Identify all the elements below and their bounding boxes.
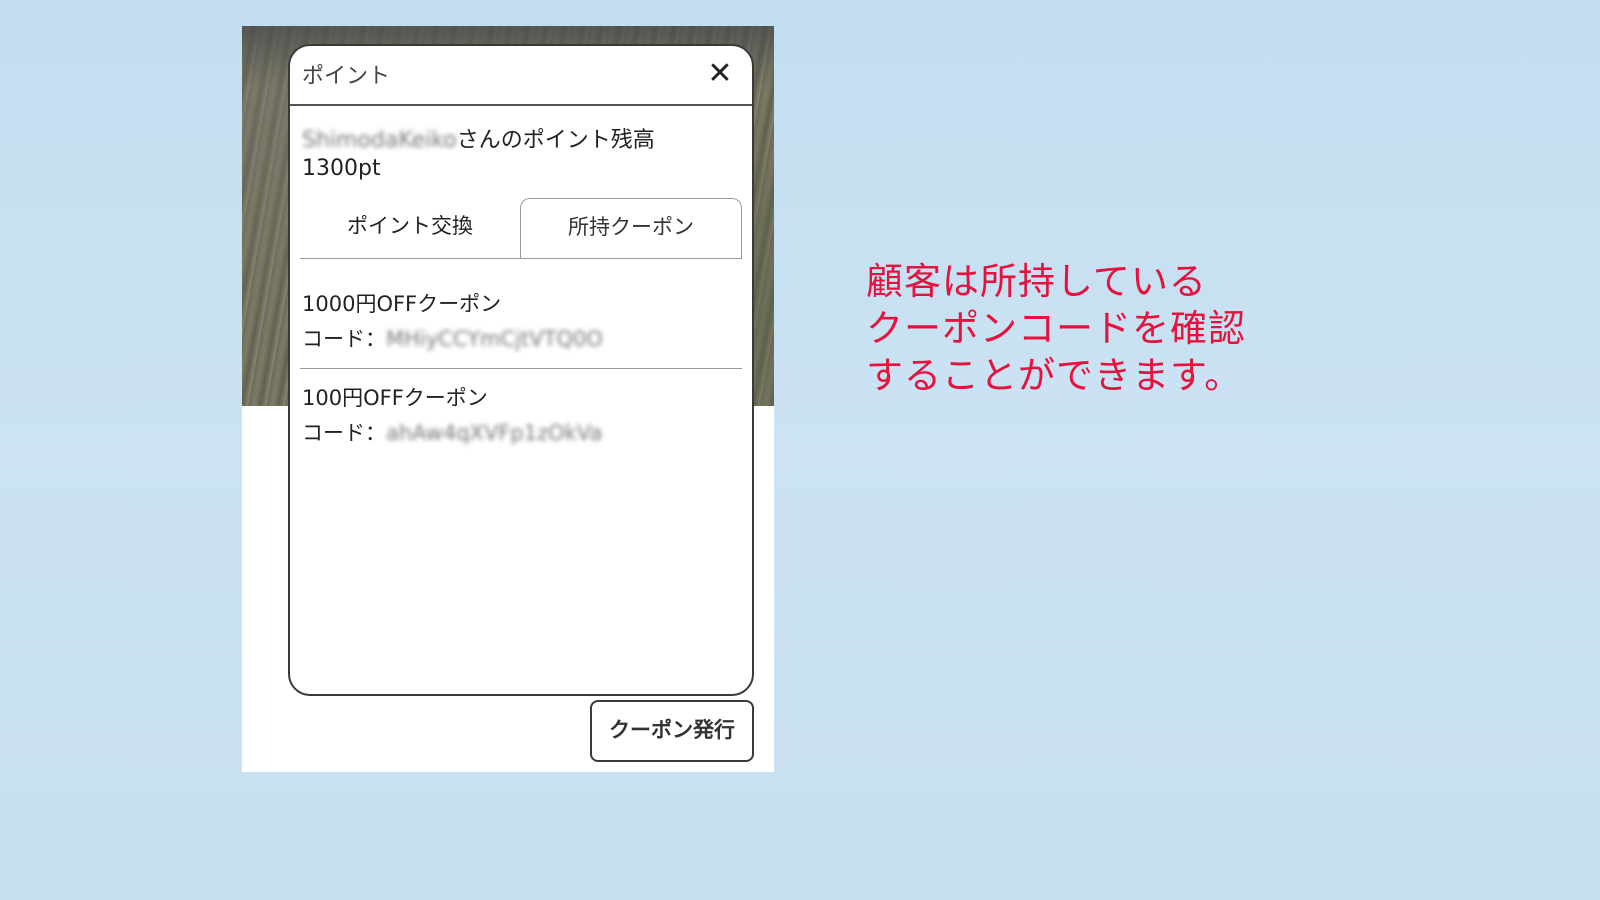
coupon-code-value: ahAw4qXVFp1zOkVa bbox=[386, 421, 603, 445]
coupon-code-label: コード： bbox=[302, 327, 386, 351]
modal-header: ポイント ✕ bbox=[290, 46, 752, 106]
coupon-code: コード：MHiyCCYmCjtVTQ0O bbox=[302, 323, 603, 353]
caption-line-3: することができます。 bbox=[866, 354, 1243, 397]
close-icon[interactable]: ✕ bbox=[704, 56, 736, 92]
balance-label: ShimodaKeikoさんのポイント残高 bbox=[302, 122, 655, 154]
tab-bar: ポイント交換 所持クーポン bbox=[300, 198, 742, 259]
modal-title: ポイント bbox=[302, 64, 391, 89]
tab-point-exchange[interactable]: ポイント交換 bbox=[300, 198, 520, 258]
coupon-item: 1000円OFFクーポン コード：MHiyCCYmCjtVTQ0O bbox=[300, 274, 742, 369]
caption-line-2: クーポンコードを確認 bbox=[866, 307, 1246, 350]
caption-line-1: 顧客は所持している bbox=[866, 260, 1207, 303]
issue-coupon-button[interactable]: クーポン発行 bbox=[590, 700, 754, 762]
coupon-code: コード：ahAw4qXVFp1zOkVa bbox=[302, 417, 602, 447]
coupon-item: 100円OFFクーポン コード：ahAw4qXVFp1zOkVa bbox=[300, 368, 742, 462]
explanation-caption: 顧客は所持している クーポンコードを確認 することができます。 bbox=[866, 258, 1326, 399]
coupon-name: 1000円OFFクーポン bbox=[302, 292, 502, 316]
balance-suffix: さんのポイント残高 bbox=[456, 128, 655, 153]
coupon-code-label: コード： bbox=[302, 421, 386, 445]
balance-value: 1300pt bbox=[302, 156, 381, 181]
user-name: ShimodaKeiko bbox=[302, 128, 457, 153]
coupon-name: 100円OFFクーポン bbox=[302, 386, 488, 410]
points-modal: ポイント ✕ ShimodaKeikoさんのポイント残高 1300pt ポイント… bbox=[288, 44, 754, 696]
tab-owned-coupons[interactable]: 所持クーポン bbox=[520, 198, 742, 258]
coupon-code-value: MHiyCCYmCjtVTQ0O bbox=[386, 327, 603, 351]
